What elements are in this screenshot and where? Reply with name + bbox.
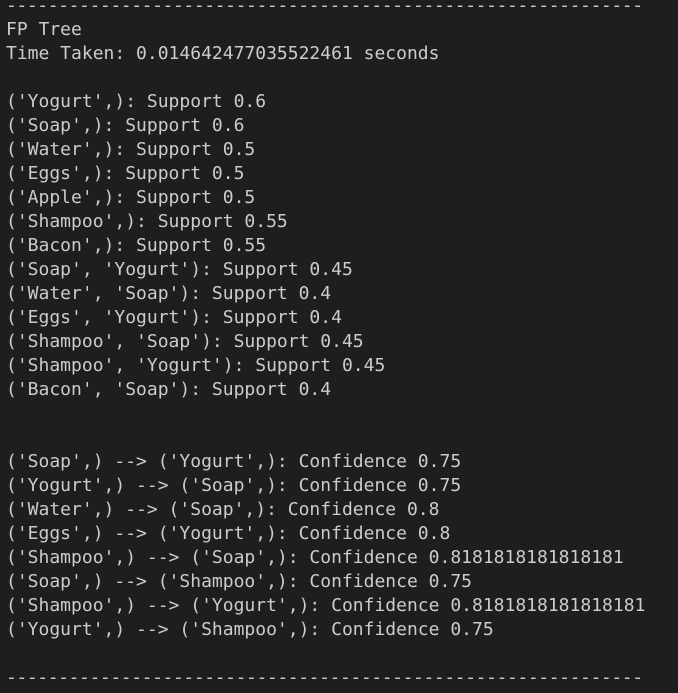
support-line: ('Shampoo', 'Soap'): Support 0.45 (6, 331, 364, 352)
separator-bottom: ----------------------------------------… (6, 667, 643, 688)
confidence-line: ('Yogurt',) --> ('Shampoo',): Confidence… (6, 619, 494, 640)
support-line: ('Water', 'Soap'): Support 0.4 (6, 283, 332, 304)
confidence-line: ('Shampoo',) --> ('Soap',): Confidence 0… (6, 547, 624, 568)
separator-top: ----------------------------------------… (6, 0, 643, 16)
support-line: ('Water',): Support 0.5 (6, 139, 256, 160)
confidence-line: ('Soap',) --> ('Yogurt',): Confidence 0.… (6, 451, 462, 472)
support-line: ('Eggs', 'Yogurt'): Support 0.4 (6, 307, 342, 328)
time-taken-line: Time Taken: 0.014642477035522461 seconds (6, 43, 440, 64)
support-line: ('Bacon',): Support 0.55 (6, 235, 267, 256)
support-line: ('Eggs',): Support 0.5 (6, 163, 245, 184)
support-line: ('Apple',): Support 0.5 (6, 187, 256, 208)
support-list: ('Yogurt',): Support 0.6 ('Soap',): Supp… (6, 90, 678, 402)
confidence-line: ('Yogurt',) --> ('Soap',): Confidence 0.… (6, 475, 462, 496)
support-line: ('Shampoo', 'Yogurt'): Support 0.45 (6, 355, 386, 376)
support-line: ('Bacon', 'Soap'): Support 0.4 (6, 379, 332, 400)
support-line: ('Shampoo',): Support 0.55 (6, 211, 288, 232)
support-line: ('Soap', 'Yogurt'): Support 0.45 (6, 259, 353, 280)
algorithm-title: FP Tree (6, 19, 82, 40)
confidence-line: ('Shampoo',) --> ('Yogurt',): Confidence… (6, 595, 646, 616)
terminal-output[interactable]: ----------------------------------------… (0, 0, 678, 688)
confidence-list: ('Soap',) --> ('Yogurt',): Confidence 0.… (6, 450, 678, 642)
confidence-line: ('Water',) --> ('Soap',): Confidence 0.8 (6, 499, 440, 520)
support-line: ('Yogurt',): Support 0.6 (6, 91, 267, 112)
support-line: ('Soap',): Support 0.6 (6, 115, 245, 136)
confidence-line: ('Soap',) --> ('Shampoo',): Confidence 0… (6, 571, 472, 592)
confidence-line: ('Eggs',) --> ('Yogurt',): Confidence 0.… (6, 523, 451, 544)
